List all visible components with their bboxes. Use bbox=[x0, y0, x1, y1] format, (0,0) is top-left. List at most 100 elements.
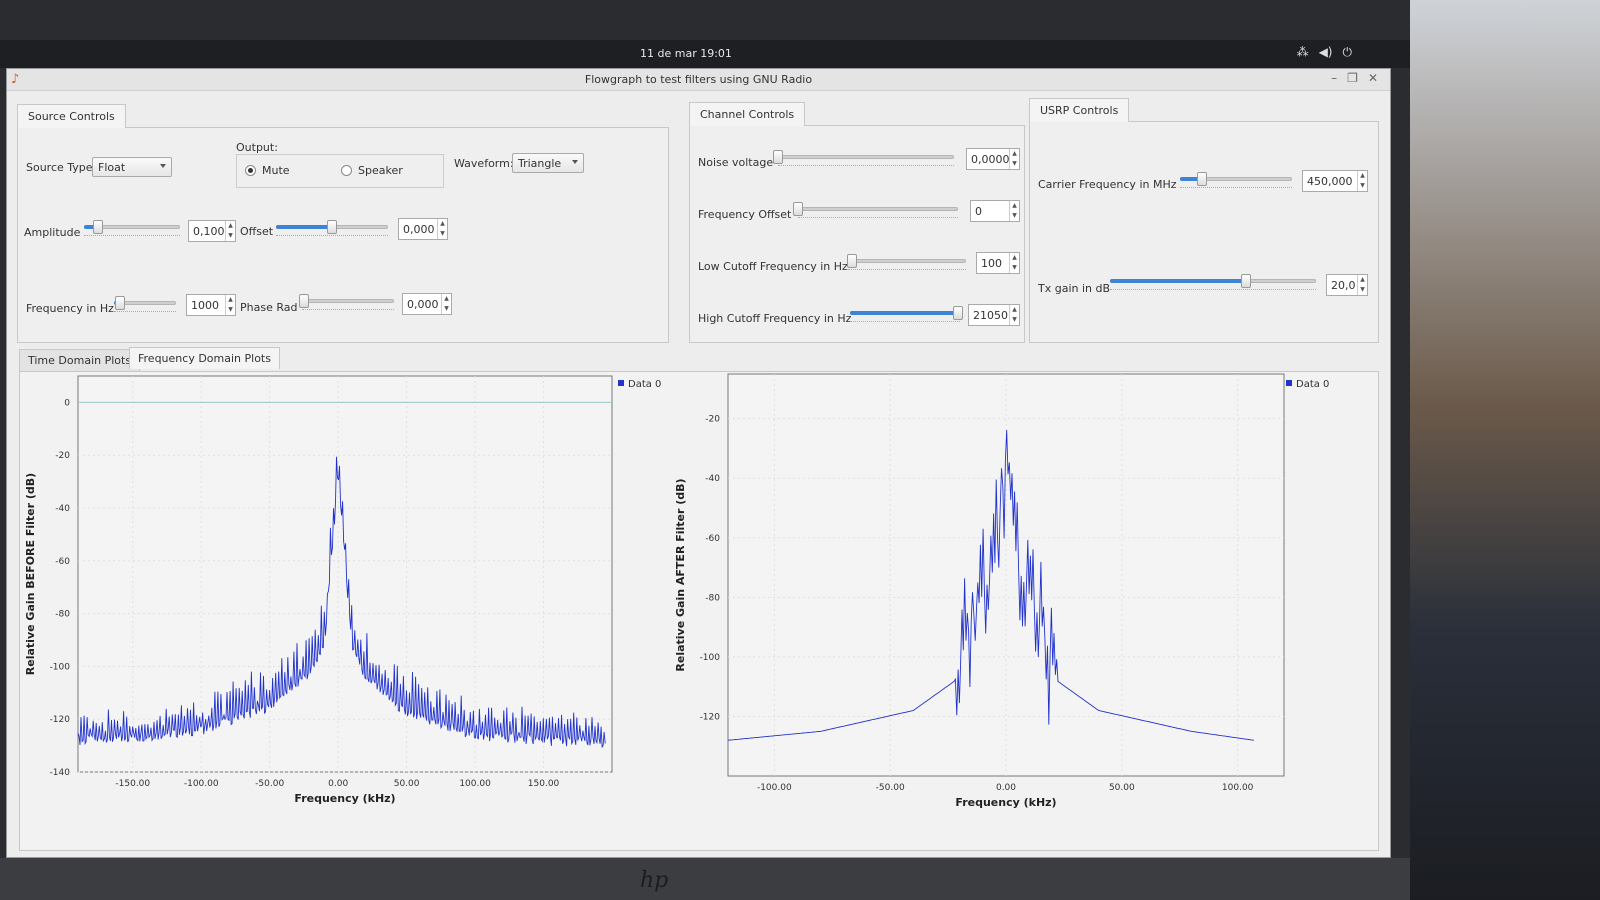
tab-frequency-domain-plots[interactable]: Frequency Domain Plots bbox=[129, 347, 280, 369]
x-tick-label: -50.00 bbox=[876, 783, 905, 793]
frequency-offset-slider[interactable] bbox=[793, 202, 958, 218]
x-tick-label: 0.00 bbox=[996, 783, 1016, 793]
x-tick-label: -50.00 bbox=[255, 779, 284, 789]
offset-spinbox[interactable]: 0,000 ▲ ▼ bbox=[398, 218, 448, 240]
speaker-radio[interactable]: Speaker bbox=[341, 164, 403, 177]
x-axis-label: Frequency (kHz) bbox=[955, 796, 1056, 809]
volume-icon[interactable]: ◀) bbox=[1319, 45, 1333, 60]
close-icon[interactable]: ✕ bbox=[1368, 71, 1378, 85]
y-tick-label: -20 bbox=[705, 415, 720, 425]
legend-label: Data 0 bbox=[628, 379, 661, 390]
spin-arrows-icon[interactable]: ▲ ▼ bbox=[1009, 201, 1019, 221]
spin-arrows-icon[interactable]: ▲ ▼ bbox=[1009, 305, 1019, 325]
low-cutoff-spinbox[interactable]: 100 ▲ ▼ bbox=[976, 252, 1020, 274]
noise-voltage-slider[interactable] bbox=[773, 150, 954, 166]
tx-gain-slider[interactable] bbox=[1110, 274, 1316, 290]
tab-channel-controls[interactable]: Channel Controls bbox=[689, 102, 806, 126]
x-tick-label: 50.00 bbox=[394, 779, 420, 789]
legend-swatch bbox=[1286, 380, 1292, 386]
y-tick-label: -60 bbox=[705, 534, 720, 544]
high-cutoff-spinbox[interactable]: 21050 ▲ ▼ bbox=[968, 304, 1020, 326]
high-cutoff-label: High Cutoff Frequency in Hz bbox=[698, 312, 852, 325]
frequency-offset-spinbox[interactable]: 0 ▲ ▼ bbox=[970, 200, 1020, 222]
tx-gain-label: Tx gain in dB bbox=[1038, 282, 1111, 295]
monitor-bezel: hp bbox=[0, 858, 1410, 900]
y-tick-label: -120 bbox=[50, 715, 71, 725]
spin-arrows-icon[interactable]: ▲ ▼ bbox=[441, 294, 451, 314]
y-tick-label: -120 bbox=[700, 712, 721, 722]
network-icon[interactable]: ⁂ bbox=[1297, 45, 1309, 60]
y-tick-label: -20 bbox=[55, 451, 70, 461]
high-cutoff-value: 21050 bbox=[973, 309, 1008, 322]
slider-handle[interactable] bbox=[952, 306, 963, 320]
spin-arrows-icon[interactable]: ▲ ▼ bbox=[225, 221, 235, 241]
low-cutoff-slider[interactable] bbox=[846, 254, 966, 270]
slider-handle[interactable] bbox=[1197, 172, 1208, 186]
source-type-value: Float bbox=[98, 161, 126, 174]
clock[interactable]: 11 de mar 19:01 bbox=[640, 47, 732, 60]
system-top-bar: 11 de mar 19:01 ⁂ ◀) ⏻ bbox=[0, 40, 1410, 68]
spin-arrows-icon[interactable]: ▲ ▼ bbox=[225, 295, 235, 315]
carrier-frequency-spinbox[interactable]: 450,000 ▲ ▼ bbox=[1302, 170, 1368, 192]
chevron-down-icon bbox=[572, 160, 578, 164]
amplitude-slider[interactable] bbox=[84, 220, 180, 236]
slider-handle[interactable] bbox=[327, 220, 337, 234]
tab-source-controls[interactable]: Source Controls bbox=[17, 104, 126, 128]
spin-arrows-icon[interactable]: ▲ ▼ bbox=[1009, 149, 1019, 169]
tx-gain-spinbox[interactable]: 20,0 ▲ ▼ bbox=[1326, 274, 1368, 296]
y-tick-label: -100 bbox=[50, 662, 71, 672]
carrier-frequency-value: 450,000 bbox=[1307, 175, 1353, 188]
source-type-select[interactable]: Float bbox=[92, 157, 172, 177]
mute-label: Mute bbox=[262, 164, 290, 177]
noise-voltage-spinbox[interactable]: 0,0000 ▲ ▼ bbox=[966, 148, 1020, 170]
spin-arrows-icon[interactable]: ▲ ▼ bbox=[1357, 171, 1367, 191]
slider-handle[interactable] bbox=[298, 294, 309, 308]
slider-handle[interactable] bbox=[793, 202, 803, 216]
tab-usrp-controls[interactable]: USRP Controls bbox=[1029, 98, 1130, 122]
low-cutoff-label: Low Cutoff Frequency in Hz bbox=[698, 260, 848, 273]
spin-arrows-icon[interactable]: ▲ ▼ bbox=[437, 219, 447, 239]
slider-handle[interactable] bbox=[846, 254, 857, 268]
radio-checked-icon bbox=[245, 165, 256, 176]
power-icon[interactable]: ⏻ bbox=[1343, 45, 1353, 60]
offset-slider[interactable] bbox=[276, 220, 388, 236]
offset-value: 0,000 bbox=[403, 223, 435, 236]
y-axis-label: Relative Gain BEFORE Filter (dB) bbox=[24, 473, 37, 675]
legend-label: Data 0 bbox=[1296, 379, 1329, 390]
output-group: Mute Speaker bbox=[236, 154, 444, 188]
amplitude-spinbox[interactable]: 0,100 ▲ ▼ bbox=[188, 220, 236, 242]
tab-time-domain-plots[interactable]: Time Domain Plots bbox=[19, 349, 141, 371]
carrier-frequency-slider[interactable] bbox=[1180, 172, 1292, 188]
slider-handle[interactable] bbox=[1240, 274, 1251, 288]
waveform-select[interactable]: Triangle bbox=[512, 153, 584, 173]
spin-arrows-icon[interactable]: ▲ ▼ bbox=[1357, 275, 1367, 295]
y-tick-label: -100 bbox=[700, 653, 721, 663]
high-cutoff-slider[interactable] bbox=[850, 306, 963, 322]
tx-gain-value: 20,0 bbox=[1331, 279, 1356, 292]
frequency-offset-label: Frequency Offset bbox=[698, 208, 792, 221]
frequency-plots: 0 -20 -40 -60 -80 -100 -120 -140 -150.00 -100.00 -… bbox=[24, 373, 1329, 809]
maximize-icon[interactable]: ❐ bbox=[1347, 71, 1358, 85]
system-tray[interactable]: ⁂ ◀) ⏻ bbox=[1297, 45, 1352, 60]
y-tick-label: 0 bbox=[64, 398, 70, 408]
slider-handle[interactable] bbox=[773, 150, 783, 164]
x-tick-label: 50.00 bbox=[1109, 783, 1135, 793]
frequency-spinbox[interactable]: 1000 ▲ ▼ bbox=[186, 294, 236, 316]
phase-spinbox[interactable]: 0,000 ▲ ▼ bbox=[402, 293, 452, 315]
x-tick-label: 100.00 bbox=[459, 779, 491, 789]
slider-handle[interactable] bbox=[93, 220, 104, 234]
minimize-icon[interactable]: – bbox=[1331, 71, 1337, 85]
phase-slider[interactable] bbox=[298, 294, 394, 310]
frequency-slider[interactable] bbox=[114, 296, 176, 312]
plot-area: 0 -20 -40 -60 -80 -100 -120 -140 -150.00 -100.00 -… bbox=[19, 371, 1379, 851]
y-tick-label: -60 bbox=[55, 557, 70, 567]
spin-arrows-icon[interactable]: ▲ ▼ bbox=[1009, 253, 1019, 273]
phase-value: 0,000 bbox=[407, 298, 439, 311]
frequency-label: Frequency in Hz bbox=[26, 302, 114, 315]
mute-radio[interactable]: Mute bbox=[245, 164, 290, 177]
slider-handle[interactable] bbox=[115, 296, 126, 310]
channel-controls-group: Channel Controls Noise voltage 0,0000 ▲ ▼ … bbox=[689, 102, 1025, 343]
amplitude-label: Amplitude bbox=[24, 226, 81, 239]
hp-logo: hp bbox=[640, 868, 669, 893]
phase-label: Phase Rad bbox=[240, 301, 298, 314]
